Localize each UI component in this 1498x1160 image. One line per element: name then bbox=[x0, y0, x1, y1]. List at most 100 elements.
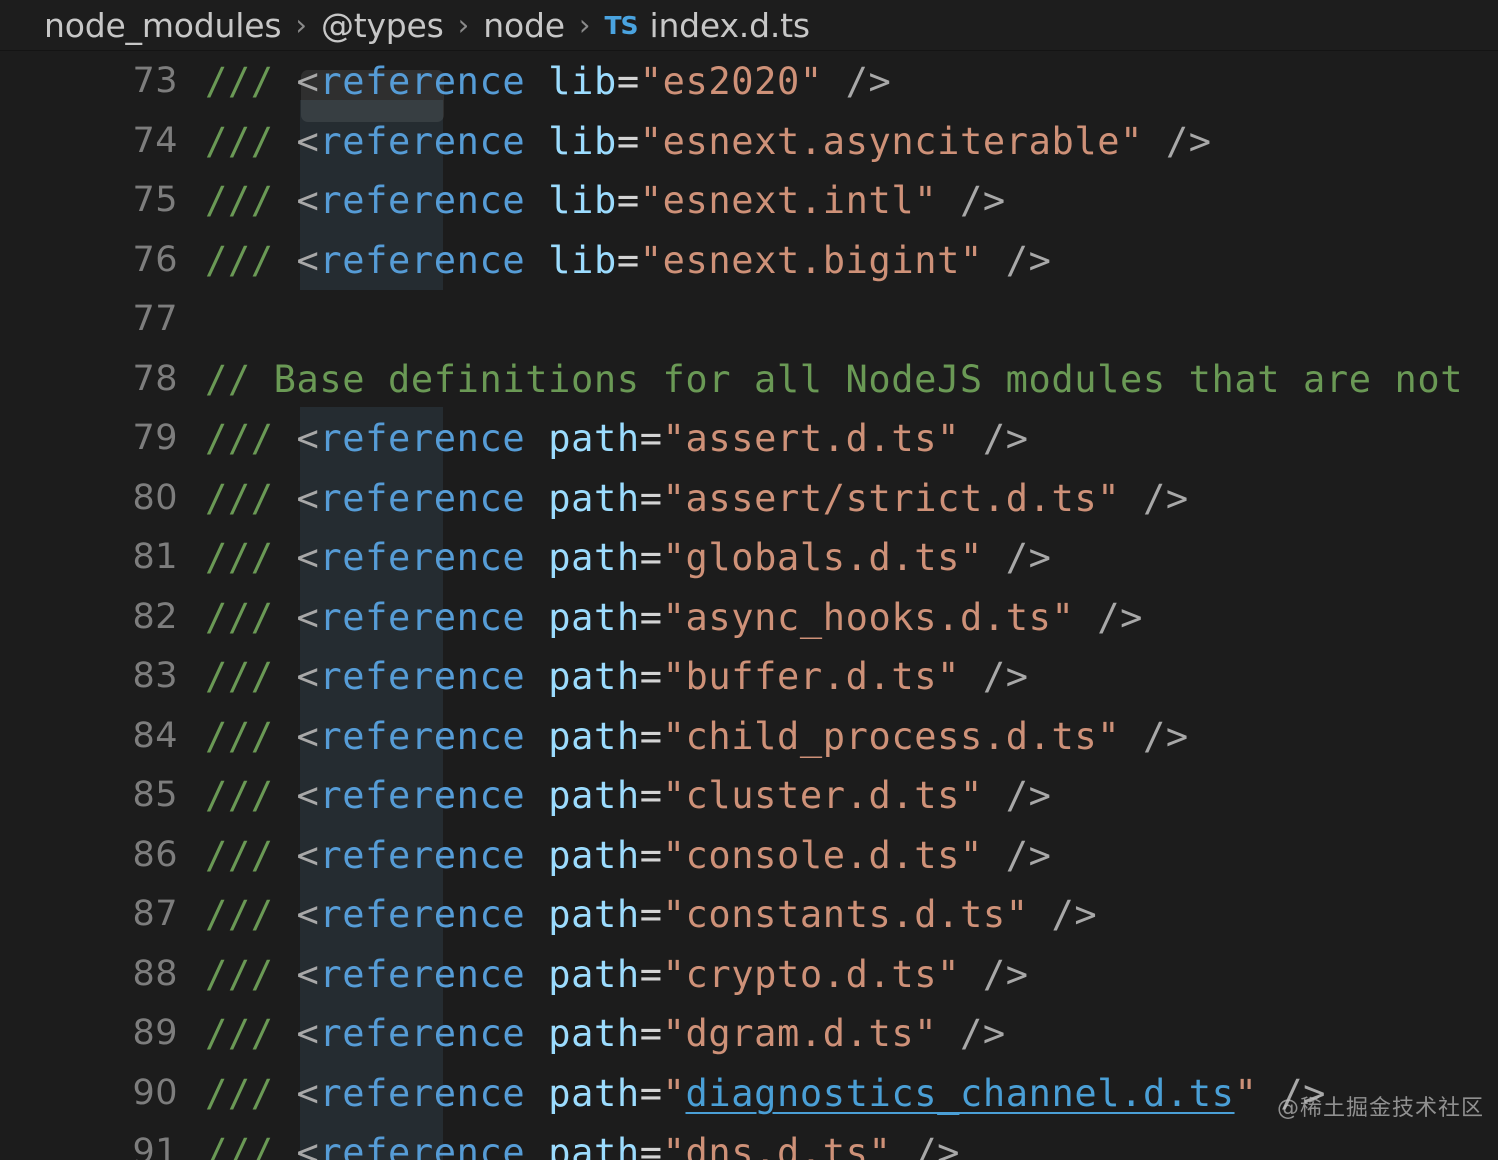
code-line[interactable]: 87 /// <reference path="constants.d.ts" /… bbox=[0, 885, 1498, 945]
breadcrumb-item-node[interactable]: node bbox=[483, 6, 565, 45]
token-string: "child_process.d.ts" bbox=[662, 714, 1121, 758]
token-punct: /> bbox=[1074, 595, 1144, 639]
breadcrumb-item-index-d-ts[interactable]: index.d.ts bbox=[650, 6, 811, 45]
token-tag: reference bbox=[319, 417, 526, 460]
line-number: 85 bbox=[132, 775, 178, 815]
token-tag: reference bbox=[319, 774, 526, 817]
token-attr: path bbox=[548, 1071, 640, 1115]
token-punct: < bbox=[296, 238, 320, 282]
code-line[interactable]: 88 /// <reference path="crypto.d.ts" /> bbox=[0, 945, 1498, 1005]
breadcrumb-item-types[interactable]: @types bbox=[321, 6, 444, 45]
code-line-text[interactable]: /// <reference path="buffer.d.ts" /> bbox=[205, 647, 1029, 707]
token-comment: /// bbox=[205, 655, 297, 698]
token-attr: path bbox=[548, 714, 640, 758]
token-comment: /// bbox=[205, 595, 297, 639]
code-line-text[interactable]: /// <reference path="dns.d.ts" /> bbox=[205, 1123, 960, 1160]
line-number: 82 bbox=[132, 596, 178, 637]
code-line-text[interactable]: /// <reference lib="es2020" /> bbox=[205, 52, 891, 112]
token-comment: /// bbox=[205, 179, 297, 222]
token-eq: = bbox=[639, 893, 663, 936]
token-string: " bbox=[662, 1071, 686, 1115]
token-punct: /> bbox=[1028, 893, 1098, 936]
code-editor[interactable]: 73/// <reference lib="es2020" /> 74/// <r… bbox=[0, 52, 1498, 1160]
code-line[interactable]: 90/// <reference path="diagnostics_chann… bbox=[0, 1064, 1498, 1124]
code-line-text[interactable]: /// <reference path="constants.d.ts" /> bbox=[205, 885, 1097, 945]
code-line-text[interactable]: /// <reference path="crypto.d.ts" /> bbox=[205, 945, 1029, 1005]
code-line[interactable]: 89 /// <reference path="dgram.d.ts" /> bbox=[0, 1004, 1498, 1064]
token-punct: < bbox=[296, 179, 320, 222]
code-line-text[interactable]: /// <reference path="globals.d.ts" /> bbox=[205, 528, 1052, 588]
token-punct: /> bbox=[982, 238, 1052, 282]
token-eq: = bbox=[639, 476, 663, 520]
line-number: 88 bbox=[132, 953, 178, 994]
token-eq: = bbox=[639, 655, 663, 698]
code-line[interactable]: 83 /// <reference path="buffer.d.ts" /> bbox=[0, 647, 1498, 707]
token-attr: lib bbox=[548, 119, 617, 163]
code-line-text[interactable]: /// <reference path="assert.d.ts" /> bbox=[205, 409, 1029, 469]
token-eq: = bbox=[639, 714, 663, 758]
token-string: "globals.d.ts" bbox=[662, 536, 983, 579]
chevron-right-icon: › bbox=[578, 7, 591, 42]
code-line[interactable]: 74 /// <reference lib="esnext.asynciterab… bbox=[0, 112, 1498, 172]
breadcrumb-item-node_modules[interactable]: node_modules bbox=[44, 6, 282, 45]
token-string: "assert.d.ts" bbox=[662, 417, 960, 460]
token-comment: /// bbox=[205, 893, 297, 936]
token-punct bbox=[525, 1131, 548, 1160]
token-eq: = bbox=[639, 536, 663, 579]
token-eq: = bbox=[639, 417, 663, 460]
token-tag: reference bbox=[319, 595, 526, 639]
code-line-text[interactable]: /// <reference path="dgram.d.ts" /> bbox=[205, 1004, 1006, 1064]
code-line[interactable]: 80 /// <reference path="assert/strict.d.t… bbox=[0, 469, 1498, 529]
token-tag: reference bbox=[319, 655, 526, 698]
token-punct: /> bbox=[959, 655, 1029, 698]
token-eq: = bbox=[616, 238, 640, 282]
code-line[interactable]: 75 /// <reference lib="esnext.intl" /> bbox=[0, 171, 1498, 231]
token-string: "esnext.intl" bbox=[639, 179, 938, 222]
code-line[interactable]: 78 // Base definitions for all NodeJS mod… bbox=[0, 350, 1498, 410]
line-number: 78 bbox=[132, 358, 178, 399]
chevron-right-icon: › bbox=[295, 7, 307, 42]
code-line[interactable]: 91 /// <reference path="dns.d.ts" /> bbox=[0, 1123, 1498, 1160]
token-comment: /// bbox=[205, 60, 297, 103]
code-line[interactable]: 76 /// <reference lib="esnext.bigint" /> bbox=[0, 231, 1498, 291]
code-line-container[interactable]: 73/// <reference lib="es2020" /> 74/// <r… bbox=[0, 52, 1498, 1160]
breadcrumb[interactable]: node_modules › @types › node › TS index.… bbox=[0, 0, 1498, 51]
code-line[interactable]: 77 bbox=[0, 290, 1498, 350]
code-line[interactable]: 79 /// <reference path="assert.d.ts" /> bbox=[0, 409, 1498, 469]
code-line-text[interactable]: /// <reference path="console.d.ts" /> bbox=[205, 826, 1052, 886]
code-line-text[interactable]: /// <reference path="cluster.d.ts" /> bbox=[205, 766, 1052, 826]
token-punct: < bbox=[296, 119, 320, 163]
token-tag: reference bbox=[319, 60, 526, 103]
code-line-text[interactable]: /// <reference path="assert/strict.d.ts"… bbox=[205, 469, 1189, 529]
code-line[interactable]: 73 /// <reference lib="es2020" /> bbox=[0, 52, 1498, 112]
token-tag: reference bbox=[319, 893, 526, 936]
code-line[interactable]: 82 /// <reference path="async_hooks.d.ts"… bbox=[0, 588, 1498, 648]
token-tag: reference bbox=[319, 1071, 526, 1115]
code-line[interactable]: 84 /// <reference path="child_process.d.t… bbox=[0, 707, 1498, 767]
token-tag: reference bbox=[319, 952, 526, 996]
code-line-text[interactable]: /// <reference lib="esnext.bigint" /> bbox=[205, 231, 1052, 291]
token-punct bbox=[525, 596, 548, 639]
token-string: "dgram.d.ts" bbox=[662, 1012, 938, 1055]
code-line-text[interactable]: /// <reference path="diagnostics_channel… bbox=[205, 1064, 1326, 1124]
code-line-text[interactable]: // Base definitions for all NodeJS modul… bbox=[205, 350, 1463, 410]
token-punct: /> bbox=[959, 417, 1029, 460]
code-line[interactable]: 81 /// <reference path="globals.d.ts" /> bbox=[0, 528, 1498, 588]
token-punct: /> bbox=[959, 952, 1029, 996]
code-line-text[interactable]: /// <reference lib="esnext.asynciterable… bbox=[205, 112, 1212, 172]
code-line[interactable]: 85 /// <reference path="cluster.d.ts" /> bbox=[0, 766, 1498, 826]
code-line-text[interactable]: /// <reference lib="esnext.intl" /> bbox=[205, 171, 1006, 231]
token-attr: path bbox=[548, 655, 640, 698]
token-punct bbox=[525, 715, 548, 758]
token-link[interactable]: diagnostics_channel.d.ts bbox=[685, 1072, 1234, 1115]
token-eq: = bbox=[616, 179, 640, 222]
line-number: 87 bbox=[132, 894, 178, 934]
code-line-text[interactable]: /// <reference path="child_process.d.ts"… bbox=[205, 707, 1189, 767]
token-eq: = bbox=[616, 119, 640, 163]
token-attr: path bbox=[548, 774, 640, 817]
token-punct: /> bbox=[982, 774, 1052, 817]
token-string: "constants.d.ts" bbox=[662, 893, 1029, 936]
code-line[interactable]: 86 /// <reference path="console.d.ts" /> bbox=[0, 826, 1498, 886]
code-line-text[interactable]: /// <reference path="async_hooks.d.ts" /… bbox=[205, 588, 1143, 648]
token-string: "esnext.asynciterable" bbox=[639, 119, 1143, 163]
